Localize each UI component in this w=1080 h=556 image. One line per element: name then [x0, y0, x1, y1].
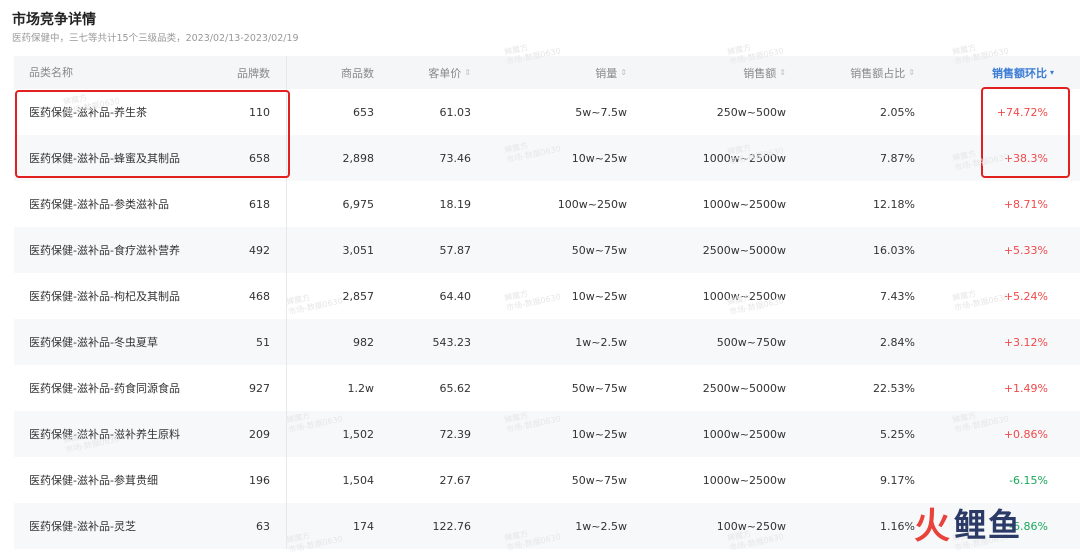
- brand-count-cell: 51: [256, 335, 270, 349]
- product-count-cell: 1,504: [342, 473, 375, 487]
- sales-share-cell: 2.05%: [880, 105, 915, 119]
- sales-share-cell: 7.43%: [880, 289, 915, 303]
- sales-mom-cell: +8.71%: [1003, 197, 1048, 211]
- avg-price-cell: 65.62: [439, 381, 472, 395]
- sort-icon[interactable]: ⇕: [908, 68, 915, 77]
- column-header-avg-price[interactable]: 客单价 ⇕: [376, 56, 480, 89]
- sales-share-cell: 1.16%: [880, 519, 915, 533]
- avg-price-cell: 27.67: [439, 473, 472, 487]
- avg-price-cell: 72.39: [439, 427, 472, 441]
- column-header-brands: 品牌数: [237, 66, 270, 80]
- sales-amount-cell: 250w~500w: [716, 105, 786, 119]
- brand-count-cell: 209: [249, 427, 270, 441]
- sales-share-cell: 12.18%: [873, 197, 915, 211]
- category-name-cell: 医药保健-滋补品-食疗滋补营养: [29, 243, 180, 257]
- brand-count-cell: 196: [249, 473, 270, 487]
- site-logo: 火 鲤鱼: [914, 497, 1080, 549]
- category-name-cell: 医药保健-滋补品-参类滋补品: [29, 197, 169, 211]
- sales-amount-cell: 500w~750w: [716, 335, 786, 349]
- page-title: 市场竞争详情: [12, 12, 96, 28]
- avg-price-cell: 57.87: [439, 243, 472, 257]
- sales-volume-cell: 5w~7.5w: [575, 105, 627, 119]
- table-row[interactable]: 医药保健-滋补品-食疗滋补营养 492 3,051 57.87 50w~75w 2500w…: [14, 227, 1080, 273]
- avg-price-cell: 18.19: [439, 197, 472, 211]
- sales-mom-cell: +3.12%: [1003, 335, 1048, 349]
- brand-count-cell: 927: [249, 381, 270, 395]
- sales-mom-cell: +5.33%: [1003, 243, 1048, 257]
- avg-price-cell: 64.40: [439, 289, 472, 303]
- column-header-volume[interactable]: 销量 ⇕: [480, 56, 640, 89]
- brand-count-cell: 63: [256, 519, 270, 533]
- category-name-cell: 医药保健-滋补品-冬虫夏草: [29, 335, 158, 349]
- product-count-cell: 6,975: [342, 197, 375, 211]
- sales-volume-cell: 50w~75w: [571, 243, 627, 257]
- sales-volume-cell: 50w~75w: [571, 381, 627, 395]
- sales-amount-cell: 2500w~5000w: [702, 243, 786, 257]
- avg-price-cell: 543.23: [432, 335, 472, 349]
- avg-price-cell: 122.76: [432, 519, 472, 533]
- avg-price-cell: 61.03: [439, 105, 472, 119]
- sales-share-cell: 16.03%: [873, 243, 915, 257]
- table-row[interactable]: 医药保健-滋补品-冬虫夏草 51 982 543.23 1w~2.5w 500w~750w…: [14, 319, 1080, 365]
- sort-icon[interactable]: ⇕: [779, 68, 786, 77]
- table-header: 品类名称 品牌数 商品数 客单价 ⇕ 销量 ⇕ 销售额 ⇕ 销售额占比 ⇕ 销售额环比 ▾: [14, 56, 1080, 89]
- sales-amount-cell: 1000w~2500w: [702, 473, 786, 487]
- sales-amount-cell: 1000w~2500w: [702, 197, 786, 211]
- product-count-cell: 2,898: [342, 151, 375, 165]
- category-name-cell: 医药保健-滋补品-药食同源食品: [29, 381, 180, 395]
- product-count-cell: 3,051: [342, 243, 375, 257]
- product-count-cell: 1.2w: [347, 381, 375, 395]
- sales-volume-cell: 50w~75w: [571, 473, 627, 487]
- table-row[interactable]: 医药保健-滋补品-参类滋补品 618 6,975 18.19 100w~250w 1000…: [14, 181, 1080, 227]
- sales-volume-cell: 1w~2.5w: [575, 335, 627, 349]
- sales-share-cell: 5.25%: [880, 427, 915, 441]
- brand-count-cell: 468: [249, 289, 270, 303]
- category-name-cell: 医药保健-滋补品-灵芝: [29, 519, 136, 533]
- sort-icon[interactable]: ⇕: [464, 68, 471, 77]
- product-count-cell: 653: [353, 105, 374, 119]
- sales-amount-cell: 1000w~2500w: [702, 427, 786, 441]
- column-header-share[interactable]: 销售额占比 ⇕: [800, 56, 930, 89]
- brand-count-cell: 618: [249, 197, 270, 211]
- sort-icon[interactable]: ⇕: [620, 68, 627, 77]
- table-row[interactable]: 医药保健-滋补品-药食同源食品 927 1.2w 65.62 50w~75w 2500w~…: [14, 365, 1080, 411]
- brand-count-cell: 492: [249, 243, 270, 257]
- sales-volume-cell: 100w~250w: [557, 197, 627, 211]
- avg-price-cell: 73.46: [439, 151, 472, 165]
- product-count-cell: 982: [353, 335, 374, 349]
- logo-text: 鲤鱼: [954, 506, 1023, 544]
- logo-mark-icon: 火: [914, 506, 951, 547]
- category-name-cell: 医药保健-滋补品-枸杞及其制品: [29, 289, 180, 303]
- column-header-category: 品类名称: [29, 66, 73, 79]
- column-header-products: 商品数: [341, 66, 374, 80]
- page-subtitle: 医药保健中，三七等共计15个三级品类，2023/02/13-2023/02/19: [12, 33, 299, 44]
- column-header-sales[interactable]: 销售额 ⇕: [640, 56, 800, 89]
- sales-share-cell: 22.53%: [873, 381, 915, 395]
- sales-amount-cell: 2500w~5000w: [702, 381, 786, 395]
- column-header-mom[interactable]: 销售额环比 ▾: [930, 56, 1080, 89]
- sales-share-cell: 7.87%: [880, 151, 915, 165]
- category-name-cell: 医药保健-滋补品-参茸贵细: [29, 473, 158, 487]
- sales-volume-cell: 10w~25w: [571, 151, 627, 165]
- highlight-box-top-categories: [15, 90, 290, 178]
- sales-share-cell: 9.17%: [880, 473, 915, 487]
- sales-share-cell: 2.84%: [880, 335, 915, 349]
- sort-desc-icon[interactable]: ▾: [1050, 68, 1054, 77]
